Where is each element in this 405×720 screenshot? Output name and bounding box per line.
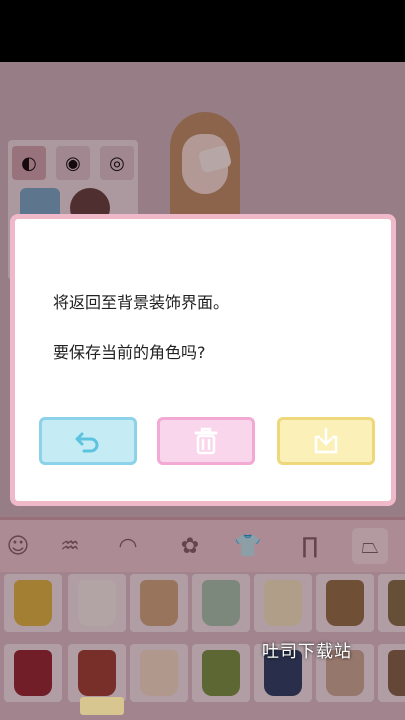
save-button[interactable] [277, 417, 375, 465]
delete-button[interactable] [157, 417, 255, 465]
trash-icon [194, 427, 218, 455]
dialog-question: 要保存当前的角色吗? [53, 343, 206, 362]
watermark-text: 吐司下载站 [262, 642, 352, 662]
scroll-indicator[interactable] [80, 697, 124, 715]
status-bar [0, 0, 405, 62]
undo-arrow-icon [75, 432, 99, 453]
save-character-dialog: 将返回至背景装饰界面。 要保存当前的角色吗? [10, 214, 396, 506]
dialog-message: 将返回至背景装饰界面。 [53, 293, 230, 312]
back-button[interactable] [39, 417, 137, 465]
save-download-icon [314, 427, 338, 454]
